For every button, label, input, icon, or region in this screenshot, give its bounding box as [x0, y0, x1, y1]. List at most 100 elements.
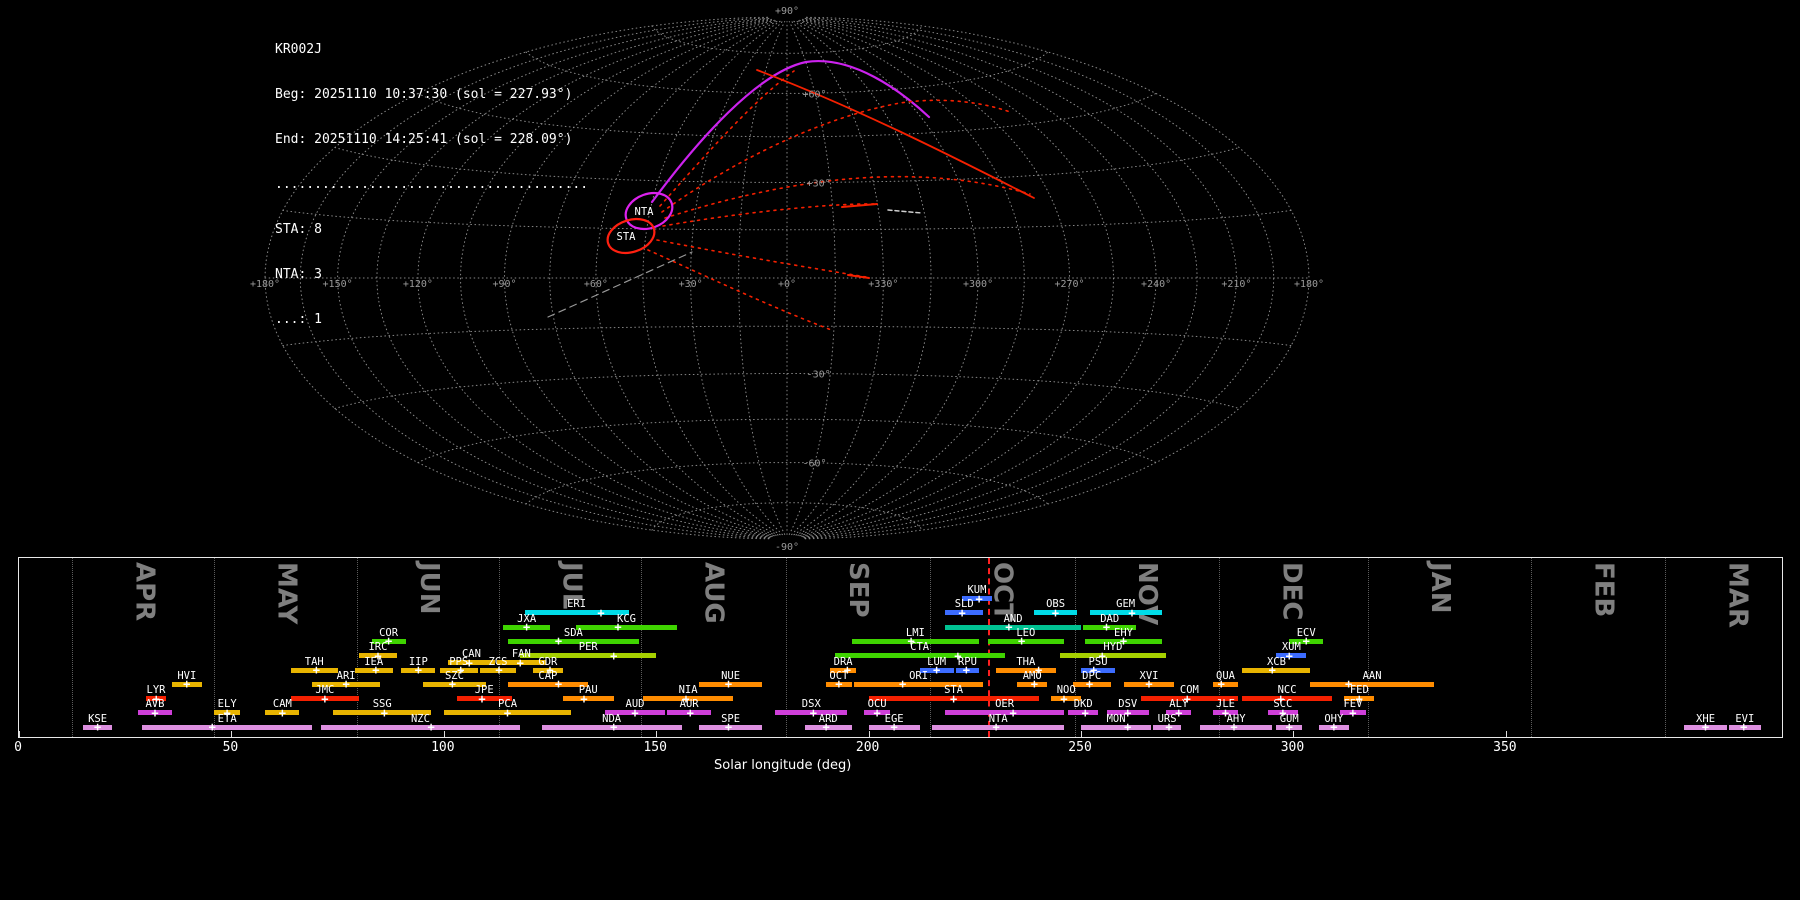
shower-peak-marker: + [1230, 721, 1237, 733]
shower-peak-marker: + [1018, 635, 1025, 647]
x-tick-label: 300 [1281, 740, 1304, 755]
x-tick-mark [1293, 731, 1294, 737]
x-tick-mark [1506, 731, 1507, 737]
shower-peak-marker: + [449, 678, 456, 690]
shower-bar-ori [854, 682, 984, 687]
shower-peak-marker: + [963, 664, 970, 676]
count-sta: STA: 8 [275, 222, 588, 237]
month-label-aug: AUG [699, 562, 729, 624]
month-label-feb: FEB [1589, 562, 1619, 617]
shower-peak-marker: + [94, 721, 101, 733]
shower-peak-marker: + [321, 693, 328, 705]
shower-label-per: PER [579, 642, 598, 652]
x-tick-label: 250 [1068, 740, 1091, 755]
shower-peak-marker: + [899, 678, 906, 690]
shower-peak-marker: + [597, 607, 604, 619]
shower-peak-marker: + [1060, 693, 1067, 705]
shower-peak-marker: + [874, 707, 881, 719]
shower-peak-marker: + [1086, 678, 1093, 690]
shower-peak-marker: + [975, 593, 982, 605]
shower-peak-marker: + [504, 707, 511, 719]
shower-bar-hyd [1060, 653, 1166, 658]
shower-peak-marker: + [523, 621, 530, 633]
longitude-label: +30° [679, 279, 703, 290]
shower-peak-marker: + [279, 707, 286, 719]
session-end: End: 20251110 14:25:41 (sol = 228.09°) [275, 132, 588, 147]
x-tick-label: 50 [223, 740, 239, 755]
shower-bar-and [945, 625, 1081, 630]
shower-peak-marker: + [1286, 721, 1293, 733]
longitude-label: +300° [963, 279, 993, 290]
x-axis: Solar longitude (deg) 050100150200250300… [18, 740, 1781, 785]
longitude-label: +240° [1141, 279, 1171, 290]
x-tick-mark [869, 731, 870, 737]
shower-peak-marker: + [992, 721, 999, 733]
shower-peak-marker: + [933, 664, 940, 676]
shower-peak-marker: + [1218, 678, 1225, 690]
graticule-meridian [805, 18, 1274, 538]
shower-peak-marker: + [891, 721, 898, 733]
x-tick-mark [231, 731, 232, 737]
shower-bar-nzc [321, 725, 521, 730]
shower-bar-cap [508, 682, 589, 687]
month-gridline [930, 558, 931, 737]
pole-label-north: +90° [775, 6, 799, 17]
month-gridline [72, 558, 73, 737]
shower-label-eta: ETA [218, 714, 237, 724]
shower-peak-marker: + [610, 721, 617, 733]
session-begin: Beg: 20251110 10:37:30 (sol = 227.93°) [275, 87, 588, 102]
shower-bar-leo [988, 639, 1064, 644]
shower-peak-marker: + [1009, 707, 1016, 719]
shower-peak-marker: + [1145, 678, 1152, 690]
shower-peak-marker: + [580, 693, 587, 705]
longitude-label: +0° [778, 279, 796, 290]
shower-bar-eri [525, 610, 629, 615]
month-gridline [1665, 558, 1666, 737]
shower-peak-marker: + [1052, 607, 1059, 619]
month-label-apr: APR [129, 562, 159, 621]
shower-peak-marker: + [1303, 635, 1310, 647]
shower-peak-marker: + [517, 657, 524, 669]
separator: ........................................ [275, 177, 588, 192]
shower-bar-qua [1213, 682, 1238, 687]
count-other: ...: 1 [275, 312, 588, 327]
shower-bar-pau [563, 696, 614, 701]
shower-peak-marker: + [1269, 664, 1276, 676]
shower-peak-marker: + [950, 693, 957, 705]
meteor-trail [665, 177, 1030, 218]
sky-map: NTASTA+90°-90°+60°+30°-30°-60°+180°+150°… [0, 0, 1800, 557]
shower-peak-marker: + [381, 707, 388, 719]
longitude-label: +180° [1294, 279, 1324, 290]
x-tick-mark [1081, 731, 1082, 737]
latitude-label: -30° [807, 370, 831, 381]
shower-peak-marker: + [1702, 721, 1709, 733]
shower-peak-marker: + [958, 607, 965, 619]
shower-peak-marker: + [823, 721, 830, 733]
shower-peak-marker: + [1330, 721, 1337, 733]
station-id: KR002J [275, 42, 588, 57]
radiant-label-nta: NTA [635, 206, 655, 218]
shower-peak-marker: + [1005, 621, 1012, 633]
month-label-jun: JUN [414, 562, 444, 615]
count-nta: NTA: 3 [275, 267, 588, 282]
longitude-label: +270° [1054, 279, 1084, 290]
month-gridline [1531, 558, 1532, 737]
shower-peak-marker: + [555, 635, 562, 647]
month-label-sep: SEP [843, 562, 873, 618]
shower-label-sda: SDA [564, 628, 583, 638]
shower-peak-marker: + [183, 678, 190, 690]
shower-peak-marker: + [1082, 707, 1089, 719]
x-tick-label: 100 [431, 740, 454, 755]
meteor-trail [660, 71, 794, 206]
month-label-dec: DEC [1276, 562, 1306, 620]
plot-stage: NTASTA+90°-90°+60°+30°-30°-60°+180°+150°… [0, 0, 1800, 900]
x-tick-label: 0 [14, 740, 22, 755]
shower-peak-marker: + [151, 707, 158, 719]
shower-peak-marker: + [1124, 721, 1131, 733]
shower-peak-marker: + [835, 678, 842, 690]
shower-peak-marker: + [209, 721, 216, 733]
shower-bar-aan [1310, 682, 1433, 687]
shower-label-aan: AAN [1363, 671, 1382, 681]
x-axis-title: Solar longitude (deg) [714, 758, 851, 773]
x-tick-mark [19, 731, 20, 737]
